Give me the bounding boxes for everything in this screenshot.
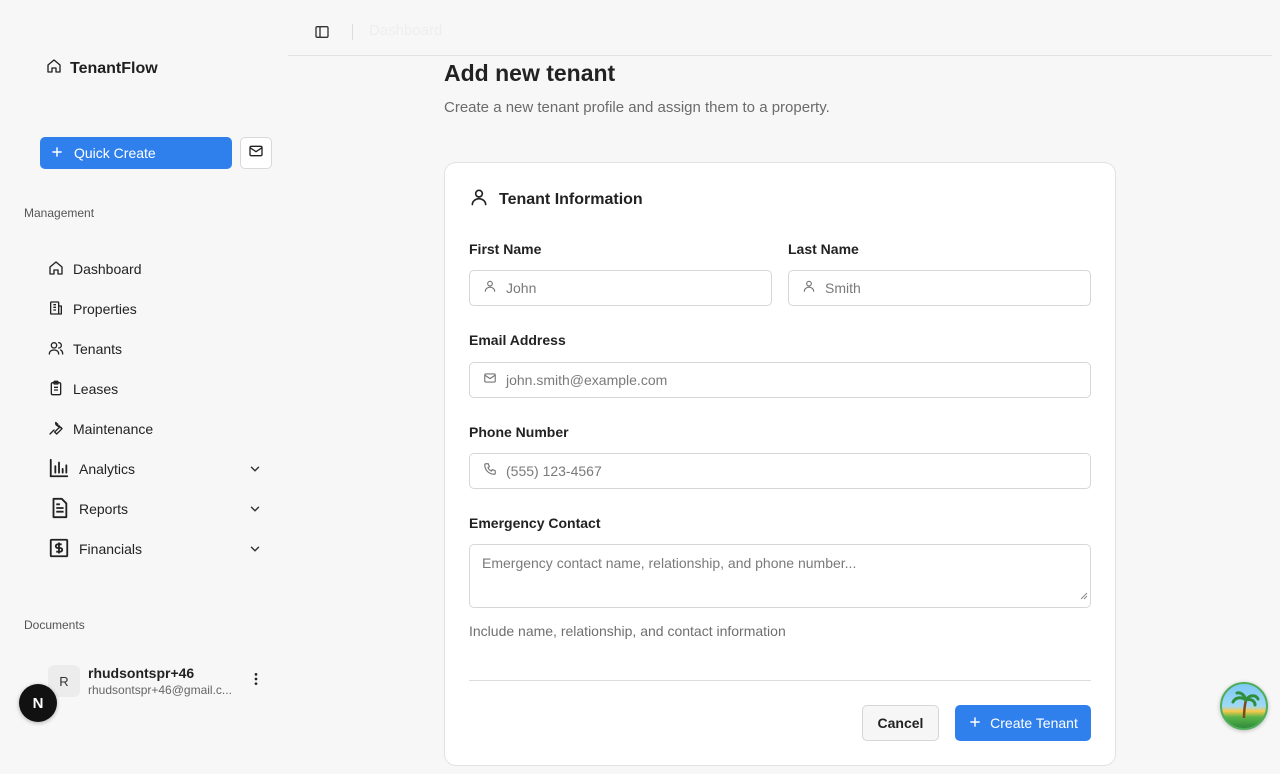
phone-label: Phone Number xyxy=(469,424,569,440)
user-name: rhudsontspr+46 xyxy=(88,665,195,681)
plus-icon xyxy=(50,145,64,162)
form-divider xyxy=(469,680,1091,681)
chevron-down-icon[interactable] xyxy=(248,462,262,479)
sidebar-item-tenants[interactable]: Tenants xyxy=(48,335,270,363)
wrench-icon xyxy=(48,420,64,439)
sidebar-item-label: Maintenance xyxy=(73,421,154,437)
mail-icon xyxy=(248,143,264,164)
sidebar-item-maintenance[interactable]: Maintenance xyxy=(48,415,270,443)
last-name-placeholder: Smith xyxy=(825,280,861,296)
sidebar-item-label: Tenants xyxy=(73,341,123,357)
sidebar-item-financials[interactable]: Financials xyxy=(48,535,270,563)
breadcrumb[interactable]: Dashboard xyxy=(369,22,442,39)
brand[interactable]: TenantFlow xyxy=(46,58,158,79)
management-section-label: Management xyxy=(24,206,95,220)
cancel-button[interactable]: Cancel xyxy=(862,705,939,741)
phone-field[interactable]: (555) 123-4567 xyxy=(469,453,1091,489)
dollar-icon xyxy=(48,537,70,562)
inbox-button[interactable] xyxy=(240,137,272,169)
sidebar-item-reports[interactable]: Reports xyxy=(48,495,270,523)
sidebar-item-label: Financials xyxy=(79,541,143,557)
resize-handle-icon[interactable] xyxy=(1080,587,1088,605)
user-icon xyxy=(483,279,497,298)
sidebar-toggle-icon[interactable] xyxy=(314,24,330,45)
phone-icon xyxy=(483,462,497,481)
phone-placeholder: (555) 123-4567 xyxy=(506,463,602,479)
sidebar-item-label: Reports xyxy=(79,501,129,517)
brand-name: TenantFlow xyxy=(70,59,158,77)
assistant-avatar[interactable] xyxy=(1220,682,1268,730)
home-icon xyxy=(46,58,62,79)
sidebar-item-properties[interactable]: Properties xyxy=(48,295,270,323)
user-icon xyxy=(469,187,489,212)
mail-icon xyxy=(483,371,497,390)
user-menu[interactable]: R rhudsontspr+46 rhudsontspr+46@gmail.c.… xyxy=(48,661,270,701)
sidebar-item-label: Analytics xyxy=(79,461,136,477)
sidebar-item-dashboard[interactable]: Dashboard xyxy=(48,255,270,283)
emergency-contact-label: Emergency Contact xyxy=(469,515,601,531)
sidebar: TenantFlow Quick Create Management Dashb… xyxy=(0,0,288,774)
last-name-label: Last Name xyxy=(788,241,859,257)
nextjs-dev-badge[interactable]: N xyxy=(19,684,57,722)
first-name-field[interactable]: John xyxy=(469,270,772,306)
create-tenant-label: Create Tenant xyxy=(990,715,1078,731)
sidebar-item-label: Dashboard xyxy=(73,261,142,277)
page-title: Add new tenant xyxy=(444,60,616,86)
email-placeholder: john.smith@example.com xyxy=(506,372,668,388)
plus-icon xyxy=(968,715,982,732)
building-icon xyxy=(48,300,64,319)
clipboard-icon xyxy=(48,380,64,399)
create-tenant-button[interactable]: Create Tenant xyxy=(955,705,1091,741)
document-icon xyxy=(48,497,70,522)
sidebar-item-analytics[interactable]: Analytics xyxy=(48,455,270,483)
home-icon xyxy=(48,260,64,279)
user-icon xyxy=(802,279,816,298)
chevron-down-icon[interactable] xyxy=(248,542,262,559)
first-name-placeholder: John xyxy=(506,280,537,296)
emergency-contact-placeholder: Emergency contact name, relationship, an… xyxy=(482,555,857,571)
sidebar-item-leases[interactable]: Leases xyxy=(48,375,270,403)
palm-tree-icon xyxy=(1231,691,1260,719)
bar-chart-icon xyxy=(48,457,70,482)
email-field[interactable]: john.smith@example.com xyxy=(469,362,1091,398)
section-title: Tenant Information xyxy=(499,190,643,208)
quick-create-button[interactable]: Quick Create xyxy=(40,137,232,169)
emergency-contact-hint: Include name, relationship, and contact … xyxy=(469,623,786,639)
documents-section-label: Documents xyxy=(24,618,85,632)
first-name-label: First Name xyxy=(469,241,542,257)
quick-create-label: Quick Create xyxy=(74,145,156,161)
user-email: rhudsontspr+46@gmail.c... xyxy=(88,683,232,697)
emergency-contact-textarea[interactable]: Emergency contact name, relationship, an… xyxy=(469,544,1091,608)
last-name-field[interactable]: Smith xyxy=(788,270,1091,306)
page-subtitle: Create a new tenant profile and assign t… xyxy=(444,99,830,116)
more-vertical-icon[interactable] xyxy=(248,671,264,692)
users-icon xyxy=(48,340,64,359)
sidebar-item-label: Properties xyxy=(73,301,137,317)
topbar-divider xyxy=(352,24,353,40)
tenant-form-card: Tenant Information First Name John Last … xyxy=(444,162,1116,766)
email-label: Email Address xyxy=(469,332,566,348)
topbar: Dashboard xyxy=(288,0,1272,56)
chevron-down-icon[interactable] xyxy=(248,502,262,519)
sidebar-item-label: Leases xyxy=(73,381,119,397)
